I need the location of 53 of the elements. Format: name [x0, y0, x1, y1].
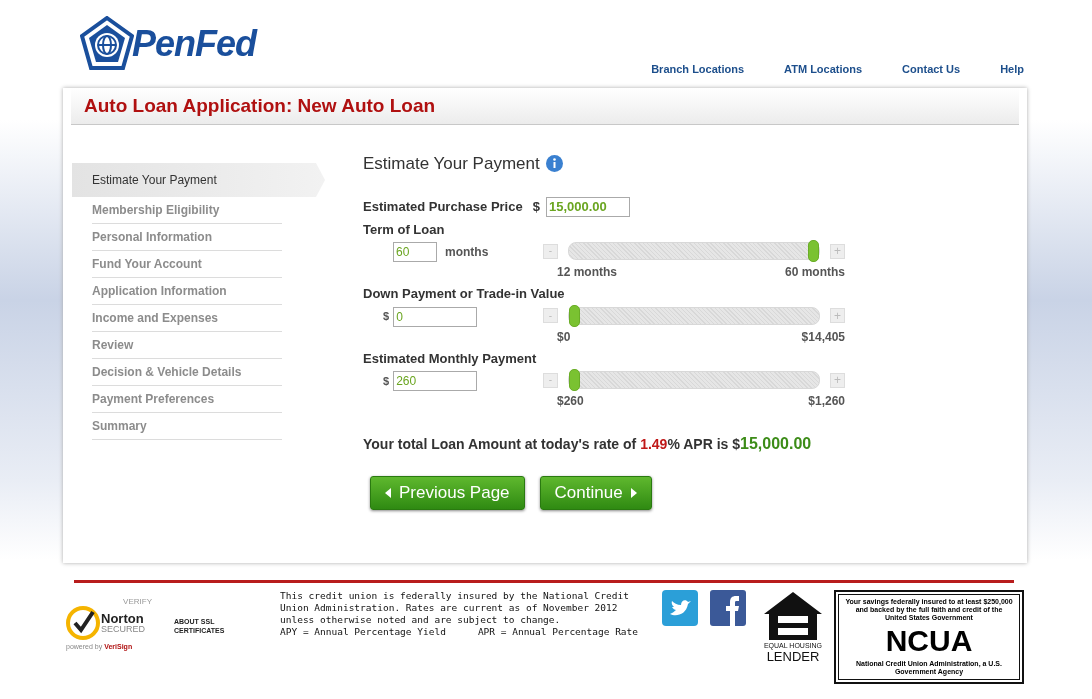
- page-title: Auto Loan Application: New Auto Loan: [84, 93, 436, 118]
- step-item[interactable]: Review: [92, 332, 282, 359]
- slider-max-label: $1,260: [808, 393, 845, 410]
- step-item[interactable]: Application Information: [92, 278, 282, 305]
- currency-sign: $: [383, 309, 390, 325]
- left-caret-icon: [385, 488, 391, 498]
- amount-field[interactable]: 260: [393, 371, 478, 391]
- amount-field[interactable]: 0: [393, 306, 478, 327]
- slider-handle[interactable]: [569, 304, 580, 327]
- step-item[interactable]: Payment Preferences: [92, 386, 282, 413]
- slider-min-label: $0: [557, 328, 571, 346]
- previous-button[interactable]: Previous Page: [370, 476, 525, 510]
- info-icon[interactable]: [545, 155, 563, 173]
- currency-sign: $: [532, 197, 540, 216]
- field-label: Estimated Monthly Payment: [363, 349, 538, 368]
- twitter-bird-icon[interactable]: [662, 590, 698, 626]
- purchase-price-label: Estimated Purchase Price: [363, 197, 523, 216]
- field-label: Down Payment or Trade-in Value: [363, 285, 566, 303]
- minus-button[interactable]: -: [543, 372, 558, 388]
- continue-button[interactable]: Continue: [539, 476, 652, 510]
- purchase-price-field[interactable]: 15,000.00: [545, 196, 630, 217]
- step-item[interactable]: Fund Your Account: [92, 251, 282, 278]
- step-item[interactable]: Income and Expenses: [92, 305, 282, 332]
- term-field[interactable]: 60: [393, 242, 437, 262]
- apr-definition: APR = Annual Percentage Rate: [477, 626, 639, 638]
- step-item[interactable]: Personal Information: [92, 224, 282, 251]
- facebook-f-icon[interactable]: [710, 590, 746, 626]
- logo-wordmark[interactable]: PenFed: [132, 26, 257, 62]
- minus-button[interactable]: -: [543, 308, 558, 323]
- minus-button[interactable]: -: [543, 243, 558, 259]
- slider-min-label: $260: [557, 393, 584, 410]
- disclaimer-text: This credit union is federally insured by the National Credit Union Administration. Rates are current as of November 2012 unless otherwise noted and are subject to change.: [280, 590, 630, 626]
- slider-max-label: 60 months: [785, 264, 845, 281]
- nav-link[interactable]: Contact Us: [902, 60, 961, 77]
- right-caret-icon: [630, 488, 637, 498]
- slider-handle[interactable]: [808, 240, 819, 262]
- nav-link[interactable]: ATM Locations: [784, 60, 863, 77]
- unit-label: months: [445, 244, 489, 261]
- step-item[interactable]: Decision & Vehicle Details: [92, 359, 282, 386]
- pentagon-globe-icon: [80, 16, 134, 72]
- apy-definition: APY = Annual Percentage Yield: [280, 626, 446, 638]
- field-label: Term of Loan: [363, 220, 446, 239]
- step-item[interactable]: Estimate Your Payment: [72, 163, 325, 197]
- slider-max-label: $14,405: [801, 328, 845, 346]
- step-item[interactable]: Summary: [92, 413, 282, 440]
- slider-min-label: 12 months: [557, 264, 617, 281]
- step-item[interactable]: Membership Eligibility: [92, 197, 282, 224]
- nav-link[interactable]: Branch Locations: [651, 60, 745, 77]
- section-heading: Estimate Your Payment: [363, 153, 540, 175]
- slider-handle[interactable]: [569, 369, 580, 391]
- currency-sign: $: [383, 373, 390, 389]
- loan-total-summary: Your total Loan Amount at today's rate of 1.49% APR is $15,000.00: [363, 434, 813, 454]
- nav-link[interactable]: Help: [1000, 60, 1024, 77]
